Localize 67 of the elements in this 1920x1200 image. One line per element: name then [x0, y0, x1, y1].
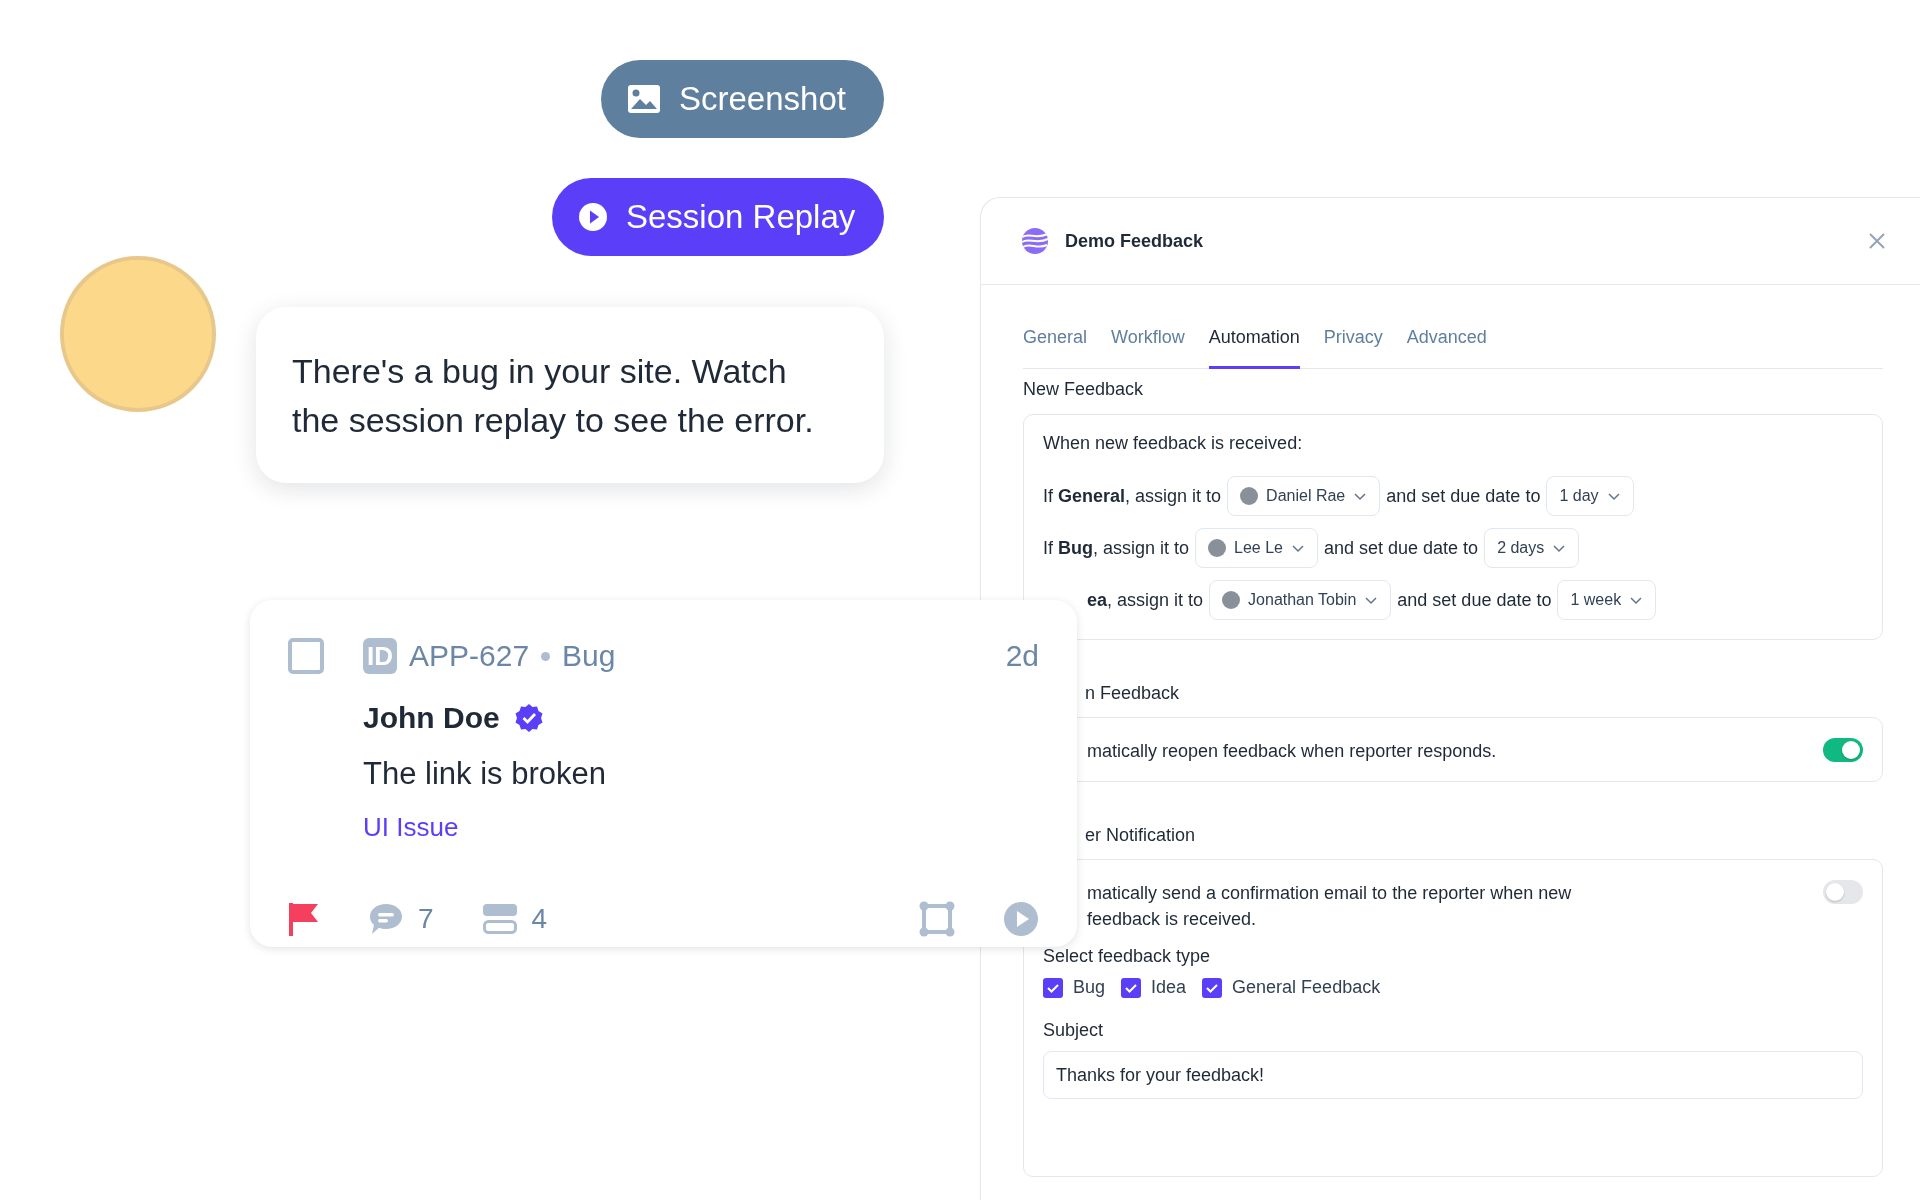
setting-description: matically reopen feedback when reporter responds. — [1087, 740, 1498, 763]
tab[interactable]: Privacy — [1323, 327, 1383, 369]
field-label: Select feedback type — [1043, 946, 1212, 967]
tab[interactable]: Automation — [1208, 327, 1300, 369]
toggle-switch[interactable] — [1823, 738, 1863, 762]
feedback-title: The link is broken — [363, 756, 607, 792]
rule-label: If General, assign it to — [1043, 485, 1222, 507]
rule-label: and set due date to — [1324, 537, 1479, 559]
chevron-down-icon — [1629, 595, 1644, 605]
id-badge: ID — [363, 638, 397, 674]
checkbox[interactable] — [1121, 977, 1142, 998]
assignee-dropdown[interactable]: Jonathan Tobin — [1209, 580, 1392, 620]
comment-count: 7 — [418, 903, 434, 936]
section-title: n Feedback — [1084, 682, 1181, 704]
intro-text: When new feedback is received: — [1043, 432, 1304, 454]
chevron-down-icon — [1364, 595, 1379, 605]
checkbox[interactable] — [1043, 977, 1063, 998]
tag-link[interactable]: UI Issue — [363, 812, 1039, 842]
chat-icon[interactable] — [368, 902, 404, 937]
stack-icon[interactable] — [481, 903, 518, 936]
assignee-dropdown[interactable]: Lee Le — [1195, 528, 1318, 568]
field-label: Subject — [1043, 1020, 1105, 1041]
image-icon — [627, 84, 661, 114]
checkbox[interactable] — [1202, 977, 1223, 998]
due-date-dropdown[interactable]: 1 day — [1546, 476, 1634, 516]
logo-icon — [1021, 227, 1049, 255]
avatar-placeholder — [1222, 591, 1241, 609]
feedback-type: Bug — [562, 639, 616, 673]
play-icon[interactable] — [1003, 901, 1039, 938]
avatar-placeholder — [1240, 487, 1259, 505]
checkbox[interactable] — [288, 638, 324, 674]
separator-dot — [541, 651, 551, 661]
assignee-dropdown[interactable]: Daniel Rae — [1227, 476, 1381, 516]
play-icon — [578, 202, 608, 232]
close-icon — [1868, 232, 1886, 250]
section-title: New Feedback — [1023, 378, 1145, 400]
tab[interactable]: General — [1023, 327, 1088, 369]
chevron-down-icon — [1606, 491, 1621, 501]
checkbox-label: Idea — [1151, 977, 1187, 998]
rule-label: and set due date to — [1397, 589, 1552, 611]
toggle-switch[interactable] — [1823, 880, 1863, 904]
attachment-count: 4 — [531, 903, 548, 936]
due-date-dropdown[interactable]: 2 days — [1484, 528, 1580, 568]
chat-message: There's a bug in your site. Watch the session replay to see the error. — [292, 351, 815, 441]
flag-icon[interactable] — [288, 901, 320, 938]
author-name: John Doe — [363, 701, 500, 735]
rule-label: and set due date to — [1386, 485, 1541, 507]
tab[interactable]: Advanced — [1406, 327, 1487, 369]
subject-input[interactable]: Thanks for your feedback! — [1043, 1051, 1863, 1099]
avatar-placeholder — [1208, 539, 1227, 557]
section-title: er Notification — [1084, 824, 1197, 846]
checkbox-label: Bug — [1073, 977, 1106, 998]
checkbox-label: General Feedback — [1232, 977, 1381, 998]
chevron-down-icon — [1353, 491, 1368, 501]
chevron-down-icon — [1291, 543, 1305, 553]
feedback-age: 2d — [1005, 639, 1039, 673]
panel-title: Demo Feedback — [1065, 230, 1204, 252]
setting-description: matically send a confirmation email to the reporter when new feedback is received. — [1087, 882, 1573, 931]
rule-label: ea, assign it to — [1087, 589, 1204, 611]
rule-label: If Bug, assign it to — [1043, 537, 1190, 559]
due-date-dropdown[interactable]: 1 week — [1557, 580, 1657, 620]
chevron-down-icon — [1552, 543, 1567, 553]
feedback-id: APP-627 — [409, 639, 530, 673]
tab[interactable]: Workflow — [1111, 327, 1185, 369]
square-frame-icon[interactable] — [919, 901, 955, 938]
screenshot-button[interactable]: Screenshot — [601, 60, 884, 138]
session-replay-button[interactable]: Session Replay — [552, 178, 884, 256]
